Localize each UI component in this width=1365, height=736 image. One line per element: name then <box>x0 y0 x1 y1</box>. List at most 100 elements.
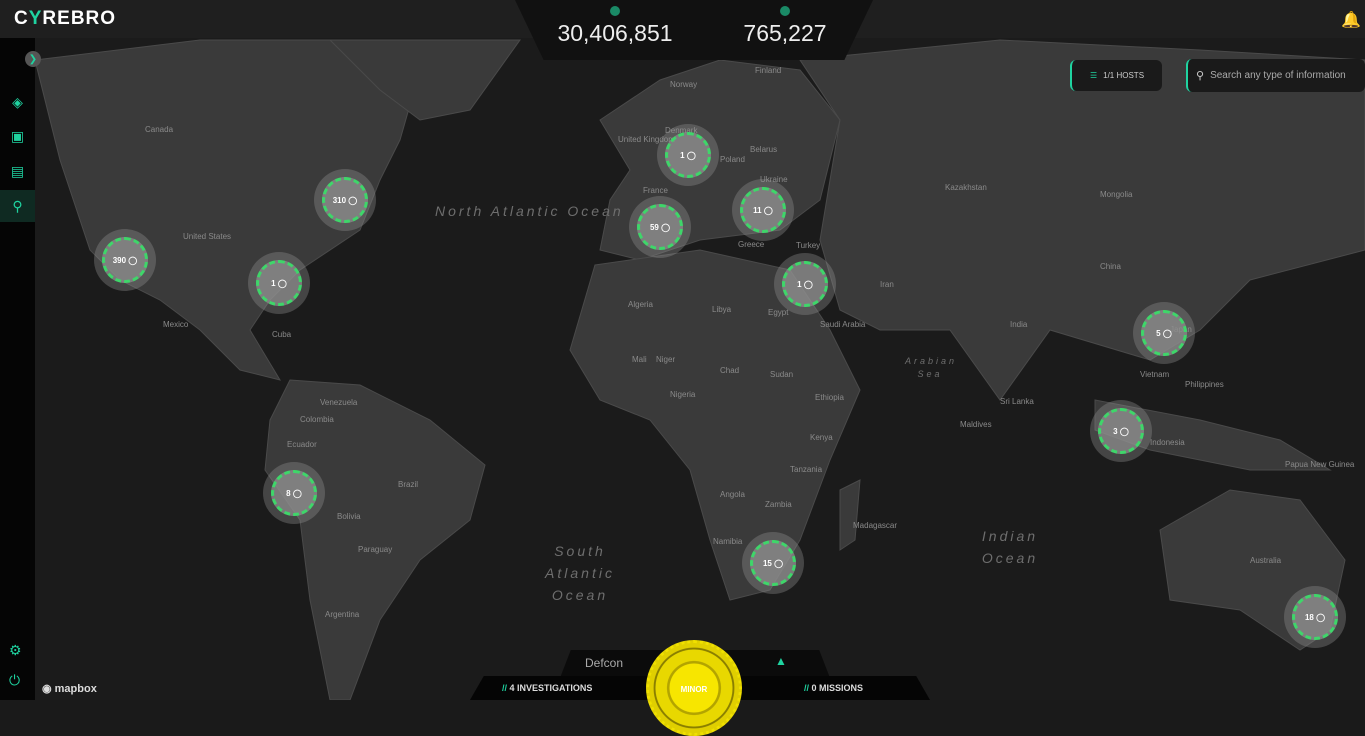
country-label: China <box>1100 262 1121 271</box>
mapbox-logo[interactable]: ◉ mapbox <box>42 682 97 695</box>
country-label: Saudi Arabia <box>820 320 866 329</box>
country-label: Australia <box>1250 556 1282 565</box>
marker-count: 18 ◯ <box>1292 594 1338 640</box>
country-label: United States <box>183 232 232 241</box>
country-label: Sudan <box>770 370 794 379</box>
country-label: Colombia <box>300 415 334 424</box>
events-stat: 30,406,851 <box>540 6 690 47</box>
ocean-label: Arabian Sea <box>905 356 958 379</box>
country-label: Zambia <box>765 500 792 509</box>
document-icon: ▣ <box>10 127 25 144</box>
country-label: Niger <box>656 355 676 364</box>
chevron-up-icon[interactable]: ▲ <box>775 654 787 668</box>
search-input[interactable] <box>1210 70 1361 81</box>
notifications-bell-icon[interactable]: 🔔 <box>1341 10 1361 30</box>
country-label: Philippines <box>1185 380 1224 389</box>
sidebar: ◈ ▣ ▤ ⚲ <box>0 38 35 700</box>
country-label: Poland <box>720 155 745 164</box>
marker-count: 11 ◯ <box>740 187 786 233</box>
alerts-icon <box>780 6 790 16</box>
country-label: Cuba <box>272 330 292 339</box>
marker-malaysia[interactable]: 3 ◯ <box>1090 400 1152 462</box>
map-pin-icon: ⚲ <box>12 197 23 214</box>
chevron-right-icon: ❯ <box>28 53 38 65</box>
country-label: Chad <box>720 366 740 375</box>
defcon-level-seal[interactable]: MINOR <box>646 640 742 736</box>
marker-west-us[interactable]: 390 ◯ <box>94 229 156 291</box>
defcon-label: Defcon <box>585 656 624 670</box>
sidebar-item-reports[interactable]: ▤ <box>0 155 35 187</box>
country-label: Namibia <box>713 537 743 546</box>
country-label: Greece <box>738 240 765 249</box>
marker-count: 5 ◯ <box>1141 310 1187 356</box>
marker-count: 1 ◯ <box>782 261 828 307</box>
logout-icon[interactable]: ⏻ <box>9 672 20 689</box>
country-label: Indonesia <box>1150 438 1185 447</box>
country-label: France <box>643 186 668 195</box>
country-label: Ethiopia <box>815 393 844 402</box>
sidebar-item-dashboard[interactable]: ◈ <box>0 86 35 118</box>
sidebar-item-map[interactable]: ⚲ <box>0 190 35 222</box>
country-label: Finland <box>755 66 782 75</box>
country-label: Bolivia <box>337 512 361 521</box>
country-label: Mali <box>632 355 647 364</box>
investigations-link[interactable]: // 4 INVESTIGATIONS <box>502 683 592 693</box>
marker-count: 1 ◯ <box>665 132 711 178</box>
settings-icon[interactable]: ⚙ <box>9 642 22 659</box>
country-label: Brazil <box>398 480 419 489</box>
country-label: Kazakhstan <box>945 183 987 192</box>
sidebar-item-cases[interactable]: ▣ <box>0 120 35 152</box>
country-label: Iran <box>880 280 894 289</box>
marker-count: 8 ◯ <box>271 470 317 516</box>
marker-israel[interactable]: 1 ◯ <box>774 253 836 315</box>
country-label: Ecuador <box>287 440 317 449</box>
country-label: Belarus <box>750 145 778 154</box>
country-label: Vietnam <box>1140 370 1170 379</box>
report-icon: ▤ <box>10 162 25 179</box>
ocean-label: Indian Ocean <box>981 528 1039 566</box>
country-label: Venezuela <box>320 398 358 407</box>
marker-count: 15 ◯ <box>750 540 796 586</box>
country-label: Kenya <box>810 433 833 442</box>
missions-link[interactable]: // 0 MISSIONS <box>804 683 863 693</box>
country-label: Libya <box>712 305 732 314</box>
country-label: Paraguay <box>358 545 393 554</box>
marker-denmark[interactable]: 1 ◯ <box>657 124 719 186</box>
alerts-stat: 765,227 <box>710 6 860 47</box>
country-label: Canada <box>145 125 174 134</box>
diamond-icon: ◈ <box>12 93 23 110</box>
country-label: Madagascar <box>853 521 898 530</box>
expand-sidebar-button[interactable]: ❯ <box>25 51 41 67</box>
country-label: Mexico <box>163 320 189 329</box>
country-label: Tanzania <box>790 465 823 474</box>
country-label: Egypt <box>768 308 789 317</box>
marker-south-us[interactable]: 1 ◯ <box>248 252 310 314</box>
marker-count: 3 ◯ <box>1098 408 1144 454</box>
marker-australia[interactable]: 18 ◯ <box>1284 586 1346 648</box>
hosts-filter-button[interactable]: ☰ 1/1 HOSTS <box>1070 60 1162 91</box>
marker-south-africa[interactable]: 15 ◯ <box>742 532 804 594</box>
marker-count: 59 ◯ <box>637 204 683 250</box>
country-label: Sri Lanka <box>1000 397 1034 406</box>
country-label: Nigeria <box>670 390 696 399</box>
marker-balkans[interactable]: 11 ◯ <box>732 179 794 241</box>
search-box[interactable]: ⚲ <box>1186 59 1365 92</box>
country-label: Angola <box>720 490 745 499</box>
ocean-label: North Atlantic Ocean <box>435 203 624 219</box>
events-icon <box>610 6 620 16</box>
marker-spain[interactable]: 59 ◯ <box>629 196 691 258</box>
search-icon: ⚲ <box>1196 70 1205 82</box>
filter-icon: ☰ <box>1089 71 1098 80</box>
country-label: Norway <box>670 80 698 89</box>
marker-taiwan[interactable]: 5 ◯ <box>1133 302 1195 364</box>
marker-count: 1 ◯ <box>256 260 302 306</box>
country-label: Turkey <box>796 241 821 250</box>
country-label: India <box>1010 320 1028 329</box>
cyrebro-logo[interactable]: CYREBRO <box>14 8 116 30</box>
country-label: Mongolia <box>1100 190 1133 199</box>
country-label: Maldives <box>960 420 992 429</box>
country-label: Papua New Guinea <box>1285 460 1355 469</box>
marker-count: 390 ◯ <box>102 237 148 283</box>
marker-peru[interactable]: 8 ◯ <box>263 462 325 524</box>
marker-east-us[interactable]: 310 ◯ <box>314 169 376 231</box>
